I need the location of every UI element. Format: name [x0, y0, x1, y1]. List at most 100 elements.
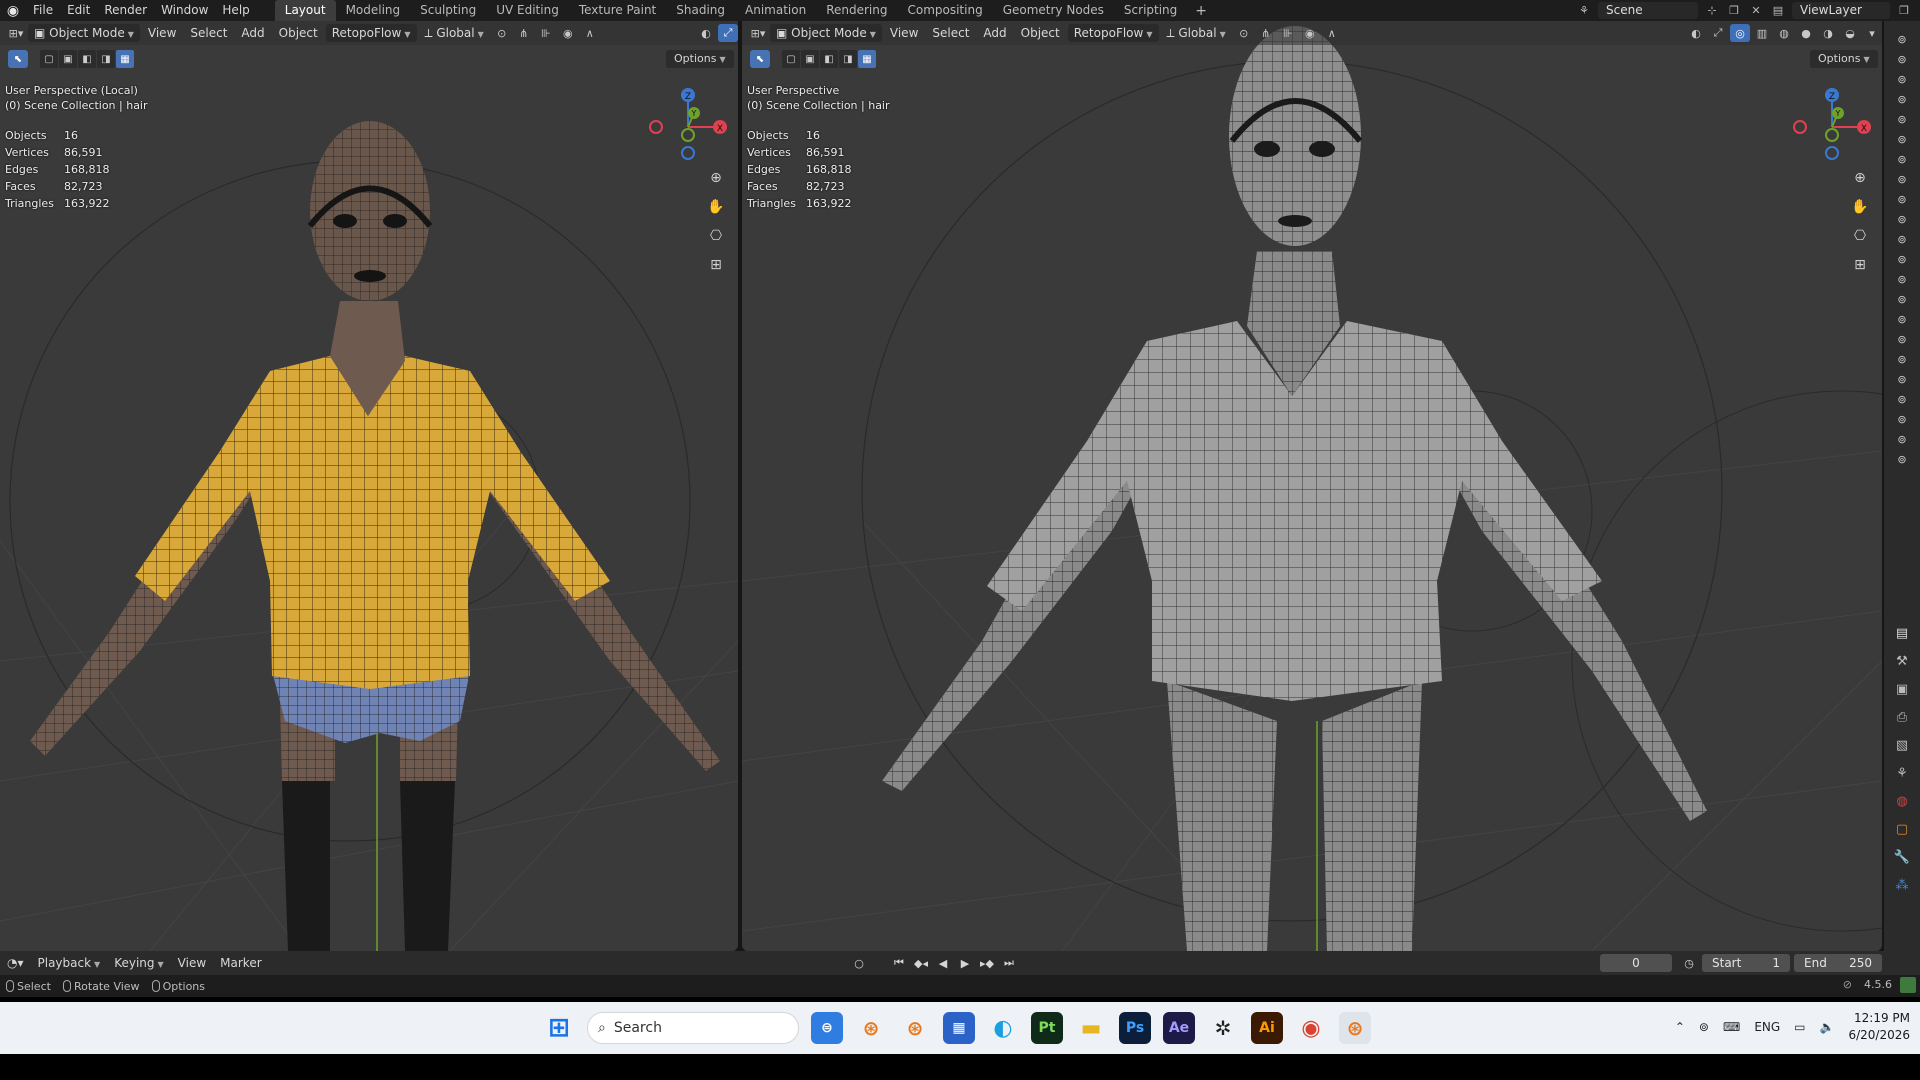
camera-icon[interactable]: ⊚ [1884, 449, 1920, 469]
select-new-icon-right[interactable]: ▢ [782, 50, 800, 68]
timeline-view-menu[interactable]: View [171, 956, 213, 970]
xray-icon[interactable]: ▥ [1752, 24, 1772, 42]
camera-icon[interactable]: ⊚ [1884, 149, 1920, 169]
select-tool-icon-right[interactable]: ⬉ [750, 50, 770, 68]
menu-help[interactable]: Help [215, 0, 256, 21]
menu-window[interactable]: Window [154, 0, 215, 21]
zoom-icon-right[interactable]: ⊕ [1848, 167, 1872, 189]
camera-icon[interactable]: ⊚ [1884, 49, 1920, 69]
clock[interactable]: 12:19 PM 6/20/2026 [1848, 1010, 1910, 1044]
object-menu[interactable]: Object [273, 24, 324, 42]
perspective-toggle-icon[interactable]: ⊞ [704, 254, 728, 276]
shading-rendered-icon[interactable]: ◒ [1840, 24, 1860, 42]
camera-icon[interactable]: ⊚ [1884, 289, 1920, 309]
photoshop-icon[interactable]: Ps [1119, 1012, 1151, 1044]
camera-icon[interactable]: ⊚ [1884, 89, 1920, 109]
edge-browser-icon[interactable]: ◐ [987, 1012, 1019, 1044]
autokey-record-icon[interactable]: ○ [850, 954, 868, 972]
world-properties-icon[interactable]: ◍ [1884, 787, 1920, 815]
retopoflow-menu[interactable]: RetopoFlow ▼ [325, 24, 417, 42]
pan-hand-icon[interactable]: ✋ [704, 196, 728, 218]
perspective-toggle-icon-right[interactable]: ⊞ [1848, 254, 1872, 276]
view-menu[interactable]: View [142, 24, 182, 42]
tab-animation[interactable]: Animation [735, 0, 816, 21]
preview-range-icon[interactable]: ◷ [1680, 954, 1698, 972]
jump-start-icon[interactable]: ⏮ [890, 954, 908, 972]
camera-icon[interactable]: ⊚ [1884, 189, 1920, 209]
select-new-icon[interactable]: ▢ [40, 50, 58, 68]
navigation-gizmo-right[interactable]: Z X Y [1792, 83, 1872, 163]
camera-icon[interactable]: ⊚ [1884, 249, 1920, 269]
camera-icon[interactable]: ⊚ [1884, 69, 1920, 89]
tab-geometry-nodes[interactable]: Geometry Nodes [993, 0, 1114, 21]
snap-target-icon[interactable]: ⊪ [536, 24, 556, 42]
zoom-icon[interactable]: ⊕ [704, 167, 728, 189]
new-view-layer-icon[interactable]: ❐ [1896, 4, 1912, 18]
camera-icon[interactable]: ⊚ [1884, 129, 1920, 149]
tab-scripting[interactable]: Scripting [1114, 0, 1187, 21]
camera-icon[interactable]: ⊚ [1884, 229, 1920, 249]
end-frame-field[interactable]: End 250 [1794, 954, 1882, 972]
camera-icon[interactable]: ⊚ [1884, 409, 1920, 429]
editor-type-icon[interactable]: ⊞▾ [6, 24, 26, 42]
keying-menu[interactable]: Keying ▼ [107, 956, 170, 970]
keyboard-icon[interactable]: ⌨ [1723, 1020, 1740, 1034]
file-explorer-icon[interactable]: ▬ [1075, 1012, 1107, 1044]
shading-solid-icon[interactable]: ● [1796, 24, 1816, 42]
jump-next-keyframe-icon[interactable]: ▸◆ [978, 954, 996, 972]
tab-shading[interactable]: Shading [666, 0, 735, 21]
new-scene-icon[interactable]: ❐ [1726, 4, 1742, 18]
zbrush-icon[interactable]: ✲ [1207, 1012, 1239, 1044]
play-icon[interactable]: ▶ [956, 954, 974, 972]
shading-wireframe-icon[interactable]: ◍ [1774, 24, 1794, 42]
playback-menu[interactable]: Playback ▼ [31, 956, 108, 970]
select-subtract-icon-right[interactable]: ◧ [820, 50, 838, 68]
add-menu-right[interactable]: Add [977, 24, 1012, 42]
chrome-icon[interactable]: ◉ [1295, 1012, 1327, 1044]
after-effects-icon[interactable]: Ae [1163, 1012, 1195, 1044]
marker-menu[interactable]: Marker [213, 956, 268, 970]
gizmo-toggle-icon[interactable]: ⤢ [718, 24, 738, 42]
view-menu-right[interactable]: View [884, 24, 924, 42]
navigation-gizmo-left[interactable]: Z X Y [648, 83, 728, 163]
camera-icon[interactable]: ⊚ [1884, 389, 1920, 409]
gizmo-toggle-icon-right[interactable]: ⤢ [1708, 24, 1728, 42]
falloff-icon-right[interactable]: ∧ [1322, 24, 1342, 42]
modifier-properties-icon[interactable]: 🔧 [1884, 843, 1920, 871]
delete-scene-icon[interactable]: ✕ [1748, 4, 1764, 18]
visibility-icon-right[interactable]: ◐ [1686, 24, 1706, 42]
pan-hand-icon-right[interactable]: ✋ [1848, 196, 1872, 218]
blender-logo-icon[interactable]: ◉ [0, 0, 26, 21]
menu-edit[interactable]: Edit [60, 0, 97, 21]
timeline-editor-icon[interactable]: ◔▾ [0, 956, 31, 970]
editor-type-icon-right[interactable]: ⊞▾ [748, 24, 768, 42]
current-frame-field[interactable]: 0 [1600, 954, 1672, 972]
taskbar-search[interactable]: ⌕ Search [587, 1012, 799, 1044]
scene-icon[interactable]: ⚘ [1576, 4, 1592, 18]
chevron-up-icon[interactable]: ⌃ [1675, 1020, 1685, 1034]
play-reverse-icon[interactable]: ◀ [934, 954, 952, 972]
camera-view-icon-right[interactable]: ⎔ [1848, 225, 1872, 247]
pivot-icon-right[interactable]: ⊙ [1234, 24, 1254, 42]
render-properties-icon[interactable]: ▣ [1884, 675, 1920, 703]
proportional-edit-icon[interactable]: ◉ [558, 24, 578, 42]
microsoft-store-icon[interactable]: ▦ [943, 1012, 975, 1044]
camera-icon[interactable]: ⊚ [1884, 269, 1920, 289]
snap-icon[interactable]: ⋔ [514, 24, 534, 42]
menu-file[interactable]: File [26, 0, 60, 21]
camera-icon[interactable]: ⊚ [1884, 329, 1920, 349]
pivot-icon[interactable]: ⊙ [492, 24, 512, 42]
camera-icon[interactable]: ⊚ [1884, 429, 1920, 449]
overlay-toggle-icon[interactable]: ◎ [1730, 24, 1750, 42]
jump-end-icon[interactable]: ⏭ [1000, 954, 1018, 972]
camera-icon[interactable]: ⊚ [1884, 109, 1920, 129]
camera-view-icon[interactable]: ⎔ [704, 225, 728, 247]
shading-material-icon[interactable]: ◑ [1818, 24, 1838, 42]
view-layer-icon[interactable]: ▤ [1770, 4, 1786, 18]
blender-app-icon[interactable]: ⊛ [855, 1012, 887, 1044]
volume-icon[interactable]: 🔈 [1820, 1020, 1835, 1034]
select-invert-icon[interactable]: ◨ [97, 50, 115, 68]
windows-start-icon[interactable]: ⊞ [543, 1012, 575, 1044]
tab-layout[interactable]: Layout [274, 0, 336, 21]
pin-icon[interactable]: ⊹ [1704, 4, 1720, 18]
